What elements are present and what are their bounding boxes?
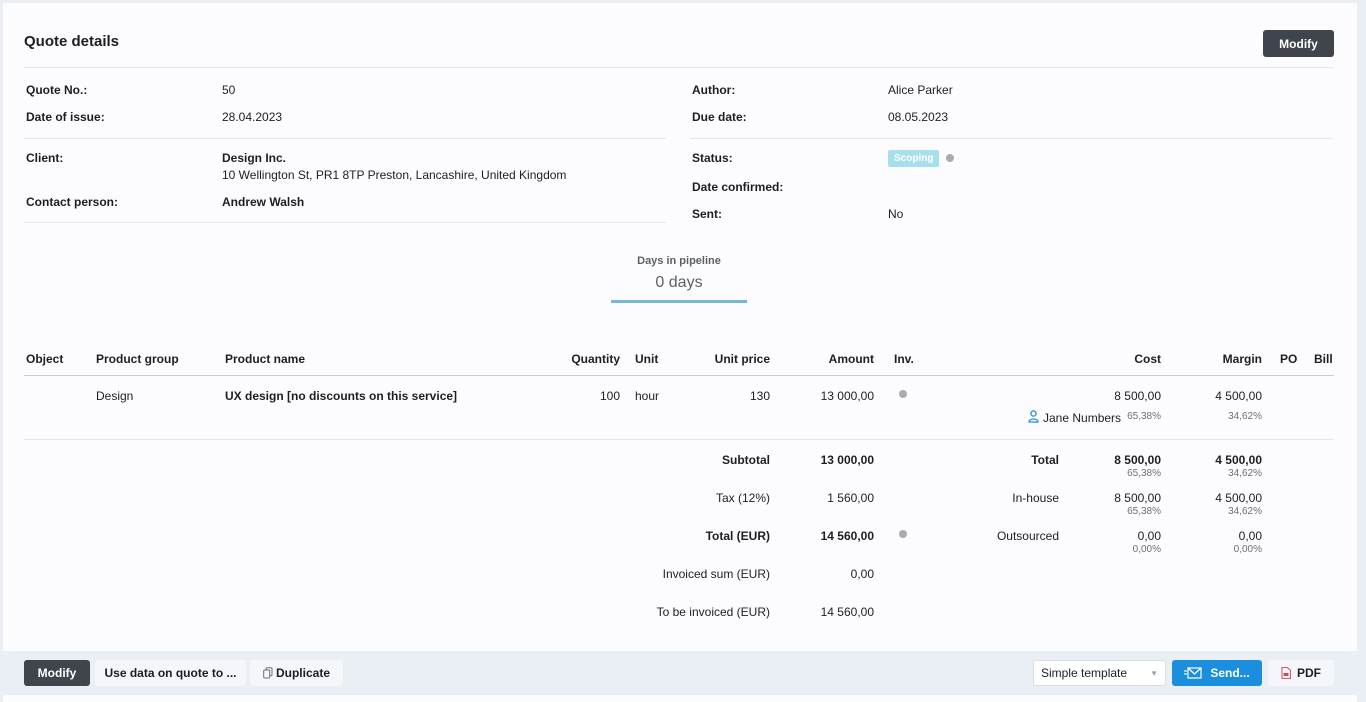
- due-date-value: 08.05.2023: [888, 110, 949, 124]
- col-product-name: Product name: [225, 352, 306, 366]
- author-value: Alice Parker: [888, 83, 953, 97]
- subtotal-label: Subtotal: [722, 453, 770, 467]
- right-total-cost: 8 500,00: [1114, 453, 1161, 467]
- row-unit: hour: [635, 389, 660, 403]
- status-label: Status:: [692, 151, 733, 165]
- sent-label: Sent:: [692, 207, 722, 221]
- right-total-margin-pct: 34,62%: [1228, 468, 1262, 479]
- quote-no-value: 50: [222, 83, 236, 97]
- total-status-dot-icon: [899, 530, 907, 538]
- duplicate-icon: [263, 667, 273, 679]
- chevron-down-icon: ▼: [1150, 668, 1158, 678]
- col-product-group: Product group: [96, 352, 179, 366]
- divider: [690, 138, 1332, 139]
- quote-details-card: Quote details Modify Quote No.: 50 Date …: [3, 3, 1357, 651]
- outsourced-cost: 0,00: [1137, 529, 1161, 543]
- col-quantity: Quantity: [571, 352, 620, 366]
- inhouse-cost: 8 500,00: [1114, 491, 1161, 505]
- invoiced-value: 0,00: [850, 567, 874, 581]
- footer-toolbar: Modify Use data on quote to ... Duplicat…: [0, 653, 1366, 693]
- row-amount: 13 000,00: [820, 389, 874, 403]
- col-unit-price: Unit price: [714, 352, 770, 366]
- tax-value: 1 560,00: [827, 491, 874, 505]
- send-button[interactable]: Send...: [1172, 660, 1262, 686]
- modify-button[interactable]: Modify: [1263, 30, 1334, 57]
- row-quantity: 100: [599, 389, 620, 403]
- col-cost: Cost: [1134, 352, 1161, 366]
- total-label: Total (EUR): [705, 529, 770, 543]
- envelope-icon: [1184, 667, 1202, 679]
- subtotal-value: 13 000,00: [820, 453, 874, 467]
- sent-value: No: [888, 207, 904, 221]
- outsourced-margin: 0,00: [1238, 529, 1262, 543]
- divider: [24, 375, 1334, 376]
- outsourced-cost-pct: 0,00%: [1132, 544, 1161, 555]
- pipeline-bar: [611, 300, 747, 303]
- row-cost-pct: 65,38%: [1127, 411, 1161, 422]
- pipeline-value: 0 days: [655, 274, 703, 291]
- client-address: 10 Wellington St, PR1 8TP Preston, Lanca…: [222, 168, 567, 182]
- row-margin-pct: 34,62%: [1228, 411, 1262, 422]
- due-date-label: Due date:: [692, 110, 747, 124]
- col-bill: Bill: [1314, 352, 1333, 366]
- contact-label: Contact person:: [26, 195, 119, 209]
- footer-modify-button[interactable]: Modify: [24, 660, 90, 686]
- date-issue-label: Date of issue:: [26, 110, 105, 124]
- pipeline-label: Days in pipeline: [637, 255, 721, 267]
- inhouse-margin: 4 500,00: [1215, 491, 1262, 505]
- to-be-invoiced-label: To be invoiced (EUR): [656, 605, 770, 619]
- send-label: Send...: [1210, 666, 1250, 680]
- total-value: 14 560,00: [820, 529, 874, 543]
- status-dot-icon: [946, 154, 954, 162]
- pdf-button[interactable]: PDF: [1268, 660, 1334, 686]
- col-margin: Margin: [1222, 352, 1262, 366]
- divider: [24, 439, 1334, 440]
- author-label: Author:: [692, 83, 736, 97]
- template-select-value: Simple template: [1041, 666, 1128, 680]
- row-product-name[interactable]: UX design [no discounts on this service]: [225, 389, 457, 403]
- right-total-cost-pct: 65,38%: [1127, 468, 1161, 479]
- col-inv: Inv.: [894, 352, 914, 366]
- row-margin: 4 500,00: [1215, 389, 1262, 403]
- divider: [24, 138, 666, 139]
- use-data-button[interactable]: Use data on quote to ...: [95, 660, 246, 686]
- row-cost: 8 500,00: [1114, 389, 1161, 403]
- invoice-status-dot-icon: [899, 390, 907, 398]
- outsourced-label: Outsourced: [996, 529, 1059, 543]
- page-title: Quote details: [24, 33, 120, 50]
- client-label: Client:: [26, 151, 64, 165]
- right-total-label: Total: [1031, 453, 1059, 467]
- right-total-margin: 4 500,00: [1215, 453, 1262, 467]
- pdf-file-icon: [1281, 667, 1291, 679]
- row-unit-price: 130: [749, 389, 770, 403]
- divider: [24, 67, 1334, 68]
- next-card-edge: [3, 695, 1357, 702]
- date-issue-value: 28.04.2023: [222, 110, 283, 124]
- outsourced-margin-pct: 0,00%: [1233, 544, 1262, 555]
- col-object: Object: [26, 352, 64, 366]
- col-po: PO: [1280, 352, 1298, 366]
- col-unit: Unit: [635, 352, 659, 366]
- client-name[interactable]: Design Inc.: [222, 151, 286, 165]
- person-icon: [1028, 410, 1039, 423]
- pdf-label: PDF: [1297, 666, 1321, 680]
- inhouse-margin-pct: 34,62%: [1228, 506, 1262, 517]
- contact-value[interactable]: Andrew Walsh: [222, 195, 304, 209]
- duplicate-label: Duplicate: [275, 666, 330, 680]
- duplicate-button[interactable]: Duplicate: [250, 660, 343, 686]
- row-product-group: Design: [96, 389, 134, 403]
- to-be-invoiced-value: 14 560,00: [820, 605, 874, 619]
- quote-no-label: Quote No.:: [26, 83, 88, 97]
- template-select[interactable]: Simple template ▼: [1033, 660, 1166, 686]
- invoiced-label: Invoiced sum (EUR): [662, 567, 770, 581]
- status-badge: Scoping: [888, 150, 940, 167]
- inhouse-label: In-house: [1012, 491, 1059, 505]
- tax-label: Tax (12%): [715, 491, 770, 505]
- inhouse-cost-pct: 65,38%: [1127, 506, 1161, 517]
- divider: [24, 222, 666, 223]
- col-amount: Amount: [828, 352, 874, 366]
- date-confirmed-label: Date confirmed:: [692, 180, 784, 194]
